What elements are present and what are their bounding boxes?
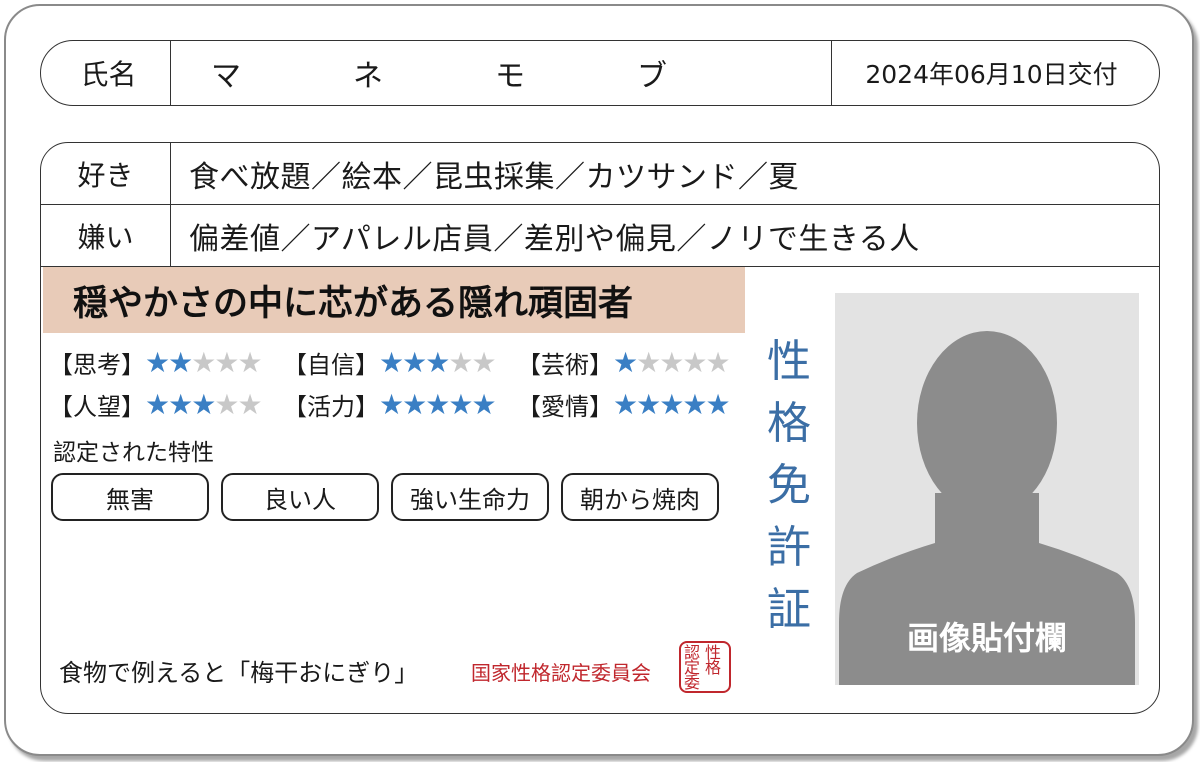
rating-item: 【愛情】 ★ ★ ★ ★ ★ bbox=[517, 387, 751, 422]
star-filled-icon: ★ bbox=[613, 387, 638, 421]
seal-col-right: 性格 bbox=[705, 645, 726, 690]
star-empty-icon: ★ bbox=[659, 345, 684, 379]
star-filled-icon: ★ bbox=[145, 387, 170, 421]
rating-label: 【芸術】 bbox=[517, 350, 613, 379]
license-title-char: 証 bbox=[767, 584, 811, 635]
official-seal: 認定委 性格 bbox=[679, 641, 731, 693]
star-empty-icon: ★ bbox=[682, 345, 707, 379]
star-filled-icon: ★ bbox=[168, 387, 193, 421]
star-empty-icon: ★ bbox=[191, 345, 216, 379]
name-label: 氏名 bbox=[41, 41, 171, 105]
likes-label: 好き bbox=[41, 143, 171, 204]
star-filled-icon: ★ bbox=[613, 345, 638, 379]
name-char: ネ bbox=[353, 59, 383, 94]
license-title-char: 許 bbox=[767, 522, 811, 573]
rating-label: 【愛情】 bbox=[517, 392, 613, 421]
likes-value: 食べ放題／絵本／昆虫採集／カツサンド／夏 bbox=[189, 159, 799, 195]
star-filled-icon: ★ bbox=[402, 387, 427, 421]
photo-area: 画像貼付欄 bbox=[835, 293, 1139, 685]
trait-badge: 無害 bbox=[51, 473, 209, 521]
dislikes-label: 嫌い bbox=[41, 205, 171, 266]
star-filled-icon: ★ bbox=[636, 387, 661, 421]
rating-item: 【人望】 ★ ★ ★ ★ ★ bbox=[49, 387, 283, 422]
details-panel: 好き 食べ放題／絵本／昆虫採集／カツサンド／夏 嫌い 偏差値／アパレル店員／差別… bbox=[40, 142, 1160, 714]
likes-row: 好き 食べ放題／絵本／昆虫採集／カツサンド／夏 bbox=[41, 143, 1159, 205]
star-filled-icon: ★ bbox=[425, 387, 450, 421]
star-filled-icon: ★ bbox=[191, 387, 216, 421]
license-title-char: 性 bbox=[767, 336, 811, 387]
star-empty-icon: ★ bbox=[471, 345, 496, 379]
star-filled-icon: ★ bbox=[659, 387, 684, 421]
star-empty-icon: ★ bbox=[237, 387, 262, 421]
food-analogy: 食物で例えると「梅干おにぎり」 bbox=[59, 659, 419, 687]
personality-headline: 穏やかさの中に芯がある隠れ頑固者 bbox=[43, 267, 745, 333]
star-empty-icon: ★ bbox=[636, 345, 661, 379]
license-title: 性 格 免 許 証 bbox=[759, 331, 819, 641]
star-empty-icon: ★ bbox=[237, 345, 262, 379]
star-filled-icon: ★ bbox=[379, 345, 404, 379]
star-filled-icon: ★ bbox=[379, 387, 404, 421]
name-char: マ bbox=[211, 59, 241, 94]
traits-list: 無害 良い人 強い生命力 朝から焼肉 bbox=[51, 473, 719, 521]
rating-label: 【思考】 bbox=[49, 350, 145, 379]
rating-line: 【人望】 ★ ★ ★ ★ ★ 【活力】 ★ ★ ★ ★ ★ 【愛情】 ★ ★ ★ ★ ★ bbox=[49, 383, 751, 425]
rating-line: 【思考】 ★ ★ ★ ★ ★ 【自信】 ★ ★ ★ ★ ★ 【芸術】 ★ ★ ★ ★ ★ bbox=[49, 341, 751, 383]
star-filled-icon: ★ bbox=[705, 387, 730, 421]
star-rating: ★ ★ ★ ★ ★ bbox=[145, 387, 263, 421]
issue-date: 2024年06月10日交付 bbox=[831, 41, 1159, 105]
star-rating: ★ ★ ★ ★ ★ bbox=[613, 345, 731, 379]
star-filled-icon: ★ bbox=[471, 387, 496, 421]
star-filled-icon: ★ bbox=[448, 387, 473, 421]
issuer-name: 国家性格認定委員会 bbox=[471, 661, 651, 685]
star-rating: ★ ★ ★ ★ ★ bbox=[145, 345, 263, 379]
rating-label: 【活力】 bbox=[283, 392, 379, 421]
photo-label: 画像貼付欄 bbox=[906, 619, 1067, 657]
license-title-char: 格 bbox=[767, 398, 811, 449]
rating-item: 【思考】 ★ ★ ★ ★ ★ bbox=[49, 345, 283, 380]
star-filled-icon: ★ bbox=[145, 345, 170, 379]
dislikes-value: 偏差値／アパレル店員／差別や偏見／ノリで生きる人 bbox=[189, 221, 920, 257]
seal-text: 性格 bbox=[705, 643, 722, 677]
ratings: 【思考】 ★ ★ ★ ★ ★ 【自信】 ★ ★ ★ ★ ★ 【芸術】 ★ ★ ★ ★ ★ 【人望】 ★ ★… bbox=[49, 341, 751, 425]
rating-item: 【活力】 ★ ★ ★ ★ ★ bbox=[283, 387, 517, 422]
trait-badge: 良い人 bbox=[221, 473, 379, 521]
name-char: ブ bbox=[637, 59, 667, 94]
star-filled-icon: ★ bbox=[168, 345, 193, 379]
license-title-char: 免 bbox=[767, 460, 811, 511]
star-rating: ★ ★ ★ ★ ★ bbox=[613, 387, 731, 421]
star-filled-icon: ★ bbox=[682, 387, 707, 421]
rating-item: 【芸術】 ★ ★ ★ ★ ★ bbox=[517, 345, 751, 380]
name-char: モ bbox=[495, 59, 525, 94]
star-empty-icon: ★ bbox=[214, 387, 239, 421]
star-empty-icon: ★ bbox=[214, 345, 239, 379]
traits-title: 認定された特性 bbox=[53, 440, 214, 466]
star-empty-icon: ★ bbox=[705, 345, 730, 379]
seal-col-left: 認定委 bbox=[684, 643, 705, 692]
dislikes-row: 嫌い 偏差値／アパレル店員／差別や偏見／ノリで生きる人 bbox=[41, 205, 1159, 267]
name-value: マ ネ モ ブ bbox=[171, 41, 831, 105]
seal-text: 認定委 bbox=[684, 643, 701, 692]
rating-label: 【自信】 bbox=[283, 350, 379, 379]
star-rating: ★ ★ ★ ★ ★ bbox=[379, 387, 497, 421]
star-rating: ★ ★ ★ ★ ★ bbox=[379, 345, 497, 379]
star-empty-icon: ★ bbox=[448, 345, 473, 379]
star-filled-icon: ★ bbox=[425, 345, 450, 379]
star-filled-icon: ★ bbox=[402, 345, 427, 379]
trait-badge: 強い生命力 bbox=[391, 473, 549, 521]
name-row: 氏名 マ ネ モ ブ 2024年06月10日交付 bbox=[40, 40, 1160, 106]
rating-item: 【自信】 ★ ★ ★ ★ ★ bbox=[283, 345, 517, 380]
rating-label: 【人望】 bbox=[49, 392, 145, 421]
trait-badge: 朝から焼肉 bbox=[561, 473, 719, 521]
